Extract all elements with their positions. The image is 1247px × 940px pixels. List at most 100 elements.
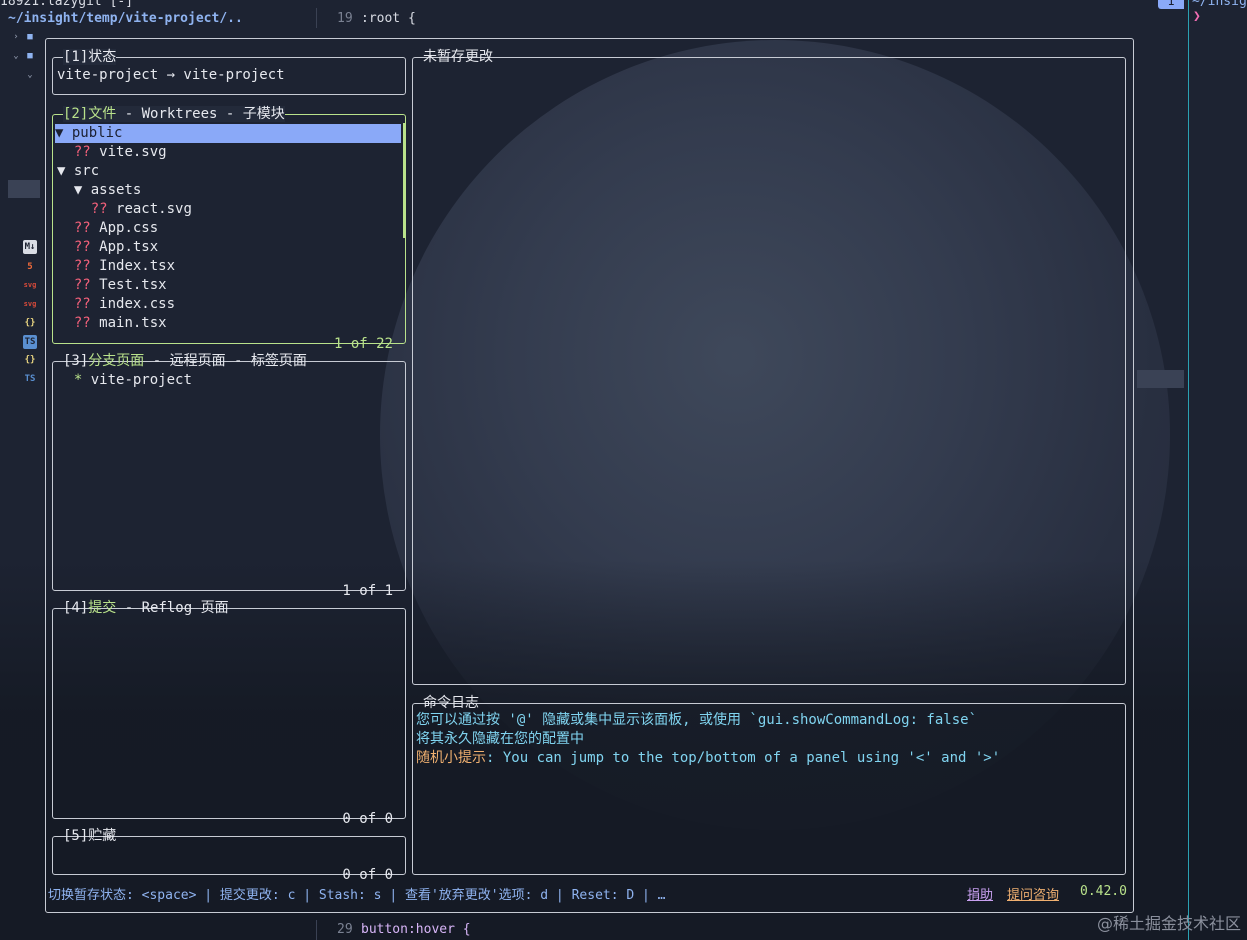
- folder-icon[interactable]: ■: [23, 30, 37, 44]
- donate-link[interactable]: 捐助: [967, 884, 993, 903]
- right-pane-divider: [1188, 0, 1189, 940]
- terminal-title: 18921.lazygit [-]: [0, 0, 134, 9]
- commits-position-counter: 0 of 0: [342, 811, 393, 827]
- prompt-marker: ❯: [1193, 9, 1201, 24]
- markdown-icon: M↓: [23, 240, 37, 254]
- donate-link-label: 捐助: [967, 888, 994, 903]
- watermark: @稀土掘金技术社区: [1096, 914, 1241, 933]
- file-name: App.css: [99, 220, 159, 236]
- unstaged-changes-title: 未暂存更改: [423, 49, 493, 65]
- file-name: Index.tsx: [99, 258, 176, 274]
- pane-divider-top: [316, 8, 317, 28]
- branches-position-counter: 1 of 1: [342, 583, 393, 599]
- tab-reflog[interactable]: - Reflog 页面: [116, 600, 229, 616]
- command-log-line: 将其永久隐藏在您的配置中: [416, 731, 584, 747]
- status-panel-label: 状态: [88, 49, 117, 65]
- file-name: assets: [90, 182, 142, 198]
- file-tree-row[interactable]: ?? Index.tsx: [57, 257, 175, 276]
- command-log-title: 命令日志: [423, 695, 479, 711]
- random-tip-line: 随机小提示: You can jump to the top/bottom of…: [416, 749, 1000, 768]
- commits-panel-number: [4]: [63, 600, 89, 616]
- file-tree-row[interactable]: ▼ src: [57, 162, 99, 181]
- tab-remotes-tags[interactable]: - 远程页面 - 标签页面: [144, 353, 307, 369]
- file-tree-row[interactable]: ▼ assets: [57, 181, 141, 200]
- tab-worktrees-submodules[interactable]: - Worktrees - 子模块: [116, 106, 285, 122]
- editor-line-number-bottom: 29: [337, 922, 353, 937]
- status-panel[interactable]: [1]状态 vite-project → vite-project: [52, 49, 406, 95]
- files-panel-number: [2]: [63, 106, 89, 122]
- editor-code-line: :root {: [361, 11, 416, 26]
- chevron-right-icon[interactable]: ›: [9, 30, 23, 44]
- editor-code-line-bottom: button:hover {: [361, 922, 471, 937]
- version-label: 0.42.0: [1080, 884, 1127, 899]
- folder-open-icon[interactable]: ■: [23, 49, 37, 63]
- branch-item[interactable]: * vite-project: [57, 371, 192, 390]
- status-panel-title: [1]状态: [61, 48, 118, 66]
- file-tree-row[interactable]: ?? Test.tsx: [57, 276, 167, 295]
- scroll-thumb-left[interactable]: [8, 180, 40, 198]
- stash-panel-number: [5]: [63, 828, 89, 844]
- file-tree-row[interactable]: ?? App.css: [57, 219, 158, 238]
- commits-panel[interactable]: [4]提交 - Reflog 页面 0 of 0: [52, 600, 406, 827]
- files-panel[interactable]: [2]文件 - Worktrees - 子模块 ▼ public ?? vite…: [52, 106, 406, 352]
- command-log-line: 您可以通过按 '@' 隐藏或集中显示该面板, 或使用 `gui.showComm…: [416, 712, 978, 728]
- chevron-down-icon[interactable]: ⌄: [23, 68, 37, 82]
- editor-line-number: 19: [337, 11, 353, 26]
- untracked-status: ??: [73, 220, 100, 236]
- untracked-status: ??: [73, 277, 100, 293]
- file-tree-row[interactable]: ?? vite.svg: [57, 143, 167, 162]
- stash-position-counter: 0 of 0: [342, 867, 393, 883]
- keybinding-help-bar: 切换暂存状态: <space> | 提交更改: c | Stash: s | 查…: [48, 888, 666, 903]
- ask-question-label: 提问咨询: [1007, 888, 1060, 903]
- files-panel-title: [2]文件 - Worktrees - 子模块: [61, 105, 287, 123]
- file-name: Test.tsx: [99, 277, 167, 293]
- terminal-path: ~/insight/temp/vite-project/..: [8, 11, 243, 26]
- typescript-icon: TS: [24, 374, 36, 384]
- file-tree-row[interactable]: ▼ public: [55, 124, 401, 143]
- right-tab-number[interactable]: 1: [1158, 0, 1184, 9]
- tab-commits[interactable]: 提交: [88, 600, 116, 616]
- tab-files[interactable]: 文件: [88, 106, 117, 122]
- stash-panel-label: 贮藏: [88, 828, 117, 844]
- pane-divider-bottom: [316, 920, 317, 940]
- stash-panel[interactable]: [5]贮藏 0 of 0: [52, 828, 406, 883]
- branches-panel-title: [3]分支页面 - 远程页面 - 标签页面: [61, 352, 309, 370]
- file-name: public: [71, 125, 123, 141]
- branches-panel[interactable]: [3]分支页面 - 远程页面 - 标签页面 * vite-project 1 o…: [52, 353, 406, 599]
- file-tree-row[interactable]: ?? App.tsx: [57, 238, 158, 257]
- commits-panel-title: [4]提交 - Reflog 页面: [61, 599, 231, 617]
- scroll-thumb-right[interactable]: [1137, 370, 1184, 388]
- file-tree-row[interactable]: ?? index.css: [57, 295, 175, 314]
- untracked-status: ??: [73, 258, 100, 274]
- random-tip-label: 随机小提示: [416, 750, 486, 766]
- files-scrollbar[interactable]: [403, 123, 406, 238]
- json-icon: {}: [24, 355, 36, 365]
- svg-icon: svg: [23, 300, 37, 308]
- untracked-status: ??: [73, 296, 100, 312]
- file-tree-row[interactable]: ?? main.tsx: [57, 314, 167, 333]
- typescript-icon: TS: [23, 335, 37, 349]
- file-name: index.css: [99, 296, 176, 312]
- json-icon: {}: [24, 318, 36, 328]
- unstaged-changes-panel[interactable]: 未暂存更改: [412, 49, 1126, 685]
- file-name: react.svg: [116, 201, 192, 217]
- files-position-counter: 1 of 22: [333, 336, 393, 352]
- collapse-marker: ▼: [57, 163, 74, 179]
- random-tip-text: : You can jump to the top/bottom of a pa…: [486, 750, 1001, 766]
- collapse-marker: ▼: [73, 182, 91, 198]
- file-tree-row[interactable]: ?? react.svg: [57, 200, 192, 219]
- file-name: src: [73, 163, 100, 179]
- stash-panel-title: [5]贮藏: [61, 827, 118, 845]
- status-panel-number: [1]: [63, 49, 89, 65]
- file-name: vite.svg: [99, 144, 167, 160]
- right-pane-path: ~/insig: [1192, 0, 1247, 9]
- chevron-down-icon[interactable]: ⌄: [9, 49, 23, 63]
- html-icon: 5: [27, 262, 33, 272]
- file-name: App.tsx: [99, 239, 159, 255]
- ask-question-link[interactable]: 提问咨询: [1007, 884, 1059, 903]
- tab-branches[interactable]: 分支页面: [88, 353, 144, 369]
- untracked-status: ??: [90, 201, 117, 217]
- branch-name: vite-project: [90, 372, 192, 388]
- repo-status: vite-project → vite-project: [57, 67, 285, 83]
- file-name: main.tsx: [99, 315, 167, 331]
